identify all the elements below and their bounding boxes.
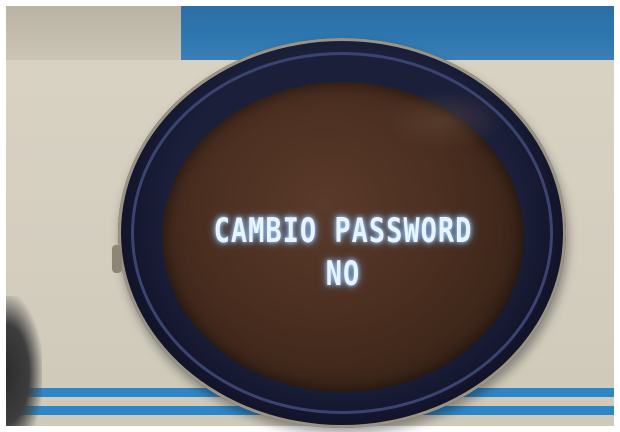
display-text-line-1: CAMBIO PASSWORD — [213, 212, 473, 251]
bezel-clip — [112, 245, 122, 273]
dark-object-left — [6, 296, 42, 426]
panel-top-left — [6, 6, 181, 60]
glass-reflection — [385, 90, 505, 150]
display-text-line-2: NO — [325, 255, 361, 294]
photo-frame: CAMBIO PASSWORD NO — [0, 0, 620, 432]
